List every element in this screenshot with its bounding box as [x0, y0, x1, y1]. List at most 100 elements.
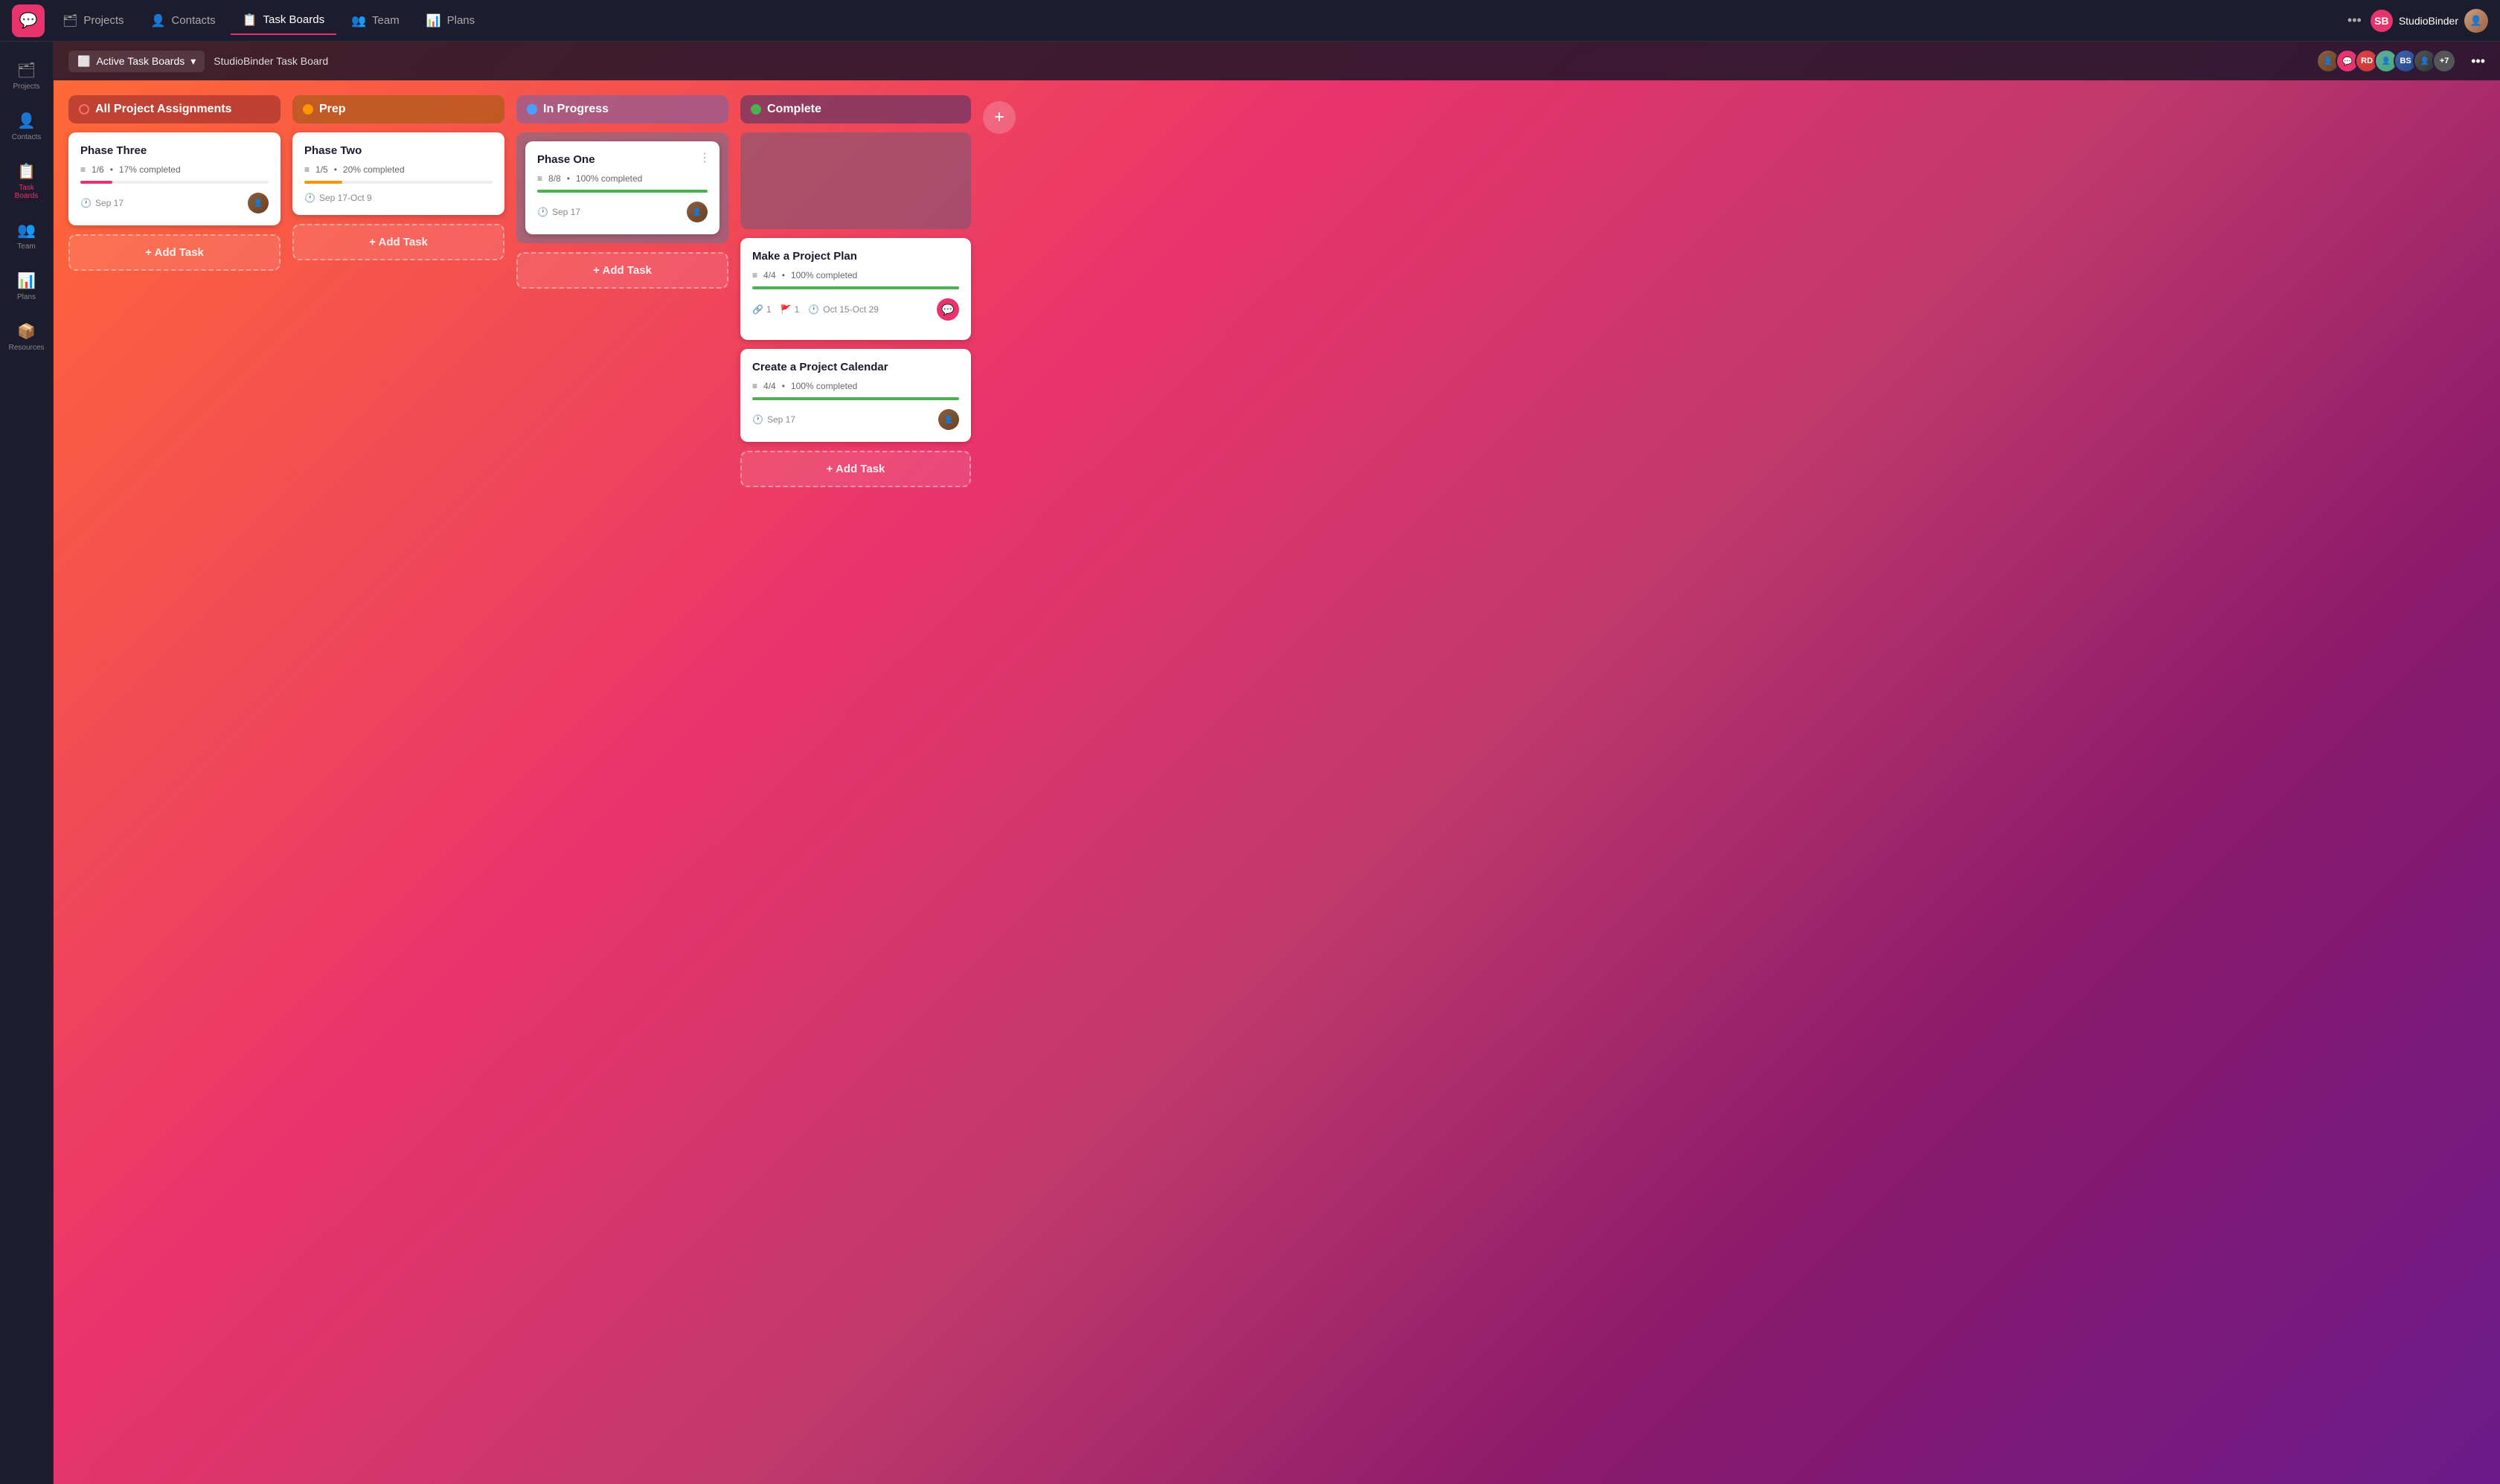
task-card-phase-three[interactable]: Phase Three ≡ 1/6 • 17% completed 🕐 Sep …: [68, 132, 281, 225]
column-title-inprogress: In Progress: [543, 103, 609, 116]
card-footer-project-calendar: 🕐 Sep 17 👤: [752, 409, 959, 430]
add-column-button[interactable]: +: [983, 101, 1016, 134]
card-title-phase-two: Phase Two: [304, 144, 493, 157]
sidebar-item-team[interactable]: 👥 Team: [0, 213, 53, 258]
column-header-all: All Project Assignments: [68, 95, 281, 123]
card-title-project-calendar: Create a Project Calendar: [752, 361, 959, 373]
progress-fill-phase-one: [537, 190, 708, 193]
nav-projects[interactable]: 🗂 Projects: [51, 7, 136, 34]
card-avatar-phase-three: 👤: [248, 193, 269, 213]
progress-fill-project-plan: [752, 286, 959, 289]
progress-fill-phase-three: [80, 181, 112, 184]
sidebar-resources-icon: 📦: [17, 322, 36, 341]
card-avatar-project-plan: 💬: [937, 298, 959, 321]
nav-plans[interactable]: 📊 Plans: [414, 7, 487, 34]
status-dot-all: [79, 104, 89, 115]
subheader-more-button[interactable]: •••: [2471, 54, 2485, 69]
column-title-all: All Project Assignments: [95, 103, 231, 116]
plans-icon: 📊: [426, 13, 441, 28]
card-more-button[interactable]: ⋮: [699, 150, 711, 165]
taskboards-icon: 📋: [243, 13, 257, 28]
sidebar-item-projects[interactable]: 🗂 Projects: [0, 54, 53, 98]
tasks-icon-5: ≡: [752, 381, 757, 391]
clock-icon-5: 🕐: [752, 414, 763, 425]
sidebar-item-contacts[interactable]: 👤 Contacts: [0, 104, 53, 149]
task-card-phase-two[interactable]: Phase Two ≡ 1/5 • 20% completed 🕐 Sep 17…: [292, 132, 504, 215]
inprogress-card-wrapper: ⋮ Phase One ≡ 8/8 • 100% completed: [516, 132, 728, 243]
card-meta-phase-two: ≡ 1/5 • 20% completed: [304, 164, 493, 175]
task-card-project-plan[interactable]: Make a Project Plan ≡ 4/4 • 100% complet…: [740, 238, 971, 340]
card-avatar-phase-one: 👤: [687, 202, 708, 222]
content-area: ⬜ Active Task Boards ▾ StudioBinder Task…: [54, 42, 2500, 1484]
add-task-inprogress[interactable]: + Add Task: [516, 252, 728, 289]
flag-icon: 🚩: [781, 304, 792, 315]
clip-icon: 🔗: [752, 304, 763, 315]
left-sidebar: 🗂 Projects 👤 Contacts 📋 Task Boards 👥 Te…: [0, 42, 54, 1484]
progress-bg-phase-two: [304, 181, 493, 184]
contacts-icon: 👤: [151, 13, 166, 28]
column-header-prep: Prep: [292, 95, 504, 123]
projects-icon: 🗂: [62, 13, 77, 28]
tasks-icon-2: ≡: [304, 164, 310, 175]
nav-team[interactable]: 👥 Team: [339, 7, 411, 34]
tasks-icon: ≡: [80, 164, 86, 175]
board-selector-label: Active Task Boards: [96, 55, 185, 67]
board-name: StudioBinder Task Board: [214, 55, 328, 67]
add-task-complete[interactable]: + Add Task: [740, 451, 971, 487]
clock-icon-4: 🕐: [808, 304, 819, 315]
card-meta-project-calendar: ≡ 4/4 • 100% completed: [752, 381, 959, 391]
card-date-phase-three: 🕐 Sep 17: [80, 198, 124, 208]
top-nav: 💬 🗂 Projects 👤 Contacts 📋 Task Boards 👥 …: [0, 0, 2500, 42]
card-meta-phase-three: ≡ 1/6 • 17% completed: [80, 164, 269, 175]
sidebar-item-resources[interactable]: 📦 Resources: [0, 315, 53, 359]
sub-header-left: ⬜ Active Task Boards ▾ StudioBinder Task…: [68, 51, 2307, 72]
column-title-prep: Prep: [319, 103, 346, 116]
nav-items: 🗂 Projects 👤 Contacts 📋 Task Boards 👥 Te…: [51, 7, 2342, 35]
board-selector-icon: ⬜: [77, 55, 90, 68]
card-date-project-calendar: 🕐 Sep 17: [752, 414, 795, 425]
sidebar-item-plans[interactable]: 📊 Plans: [0, 264, 53, 309]
card-footer-phase-two: 🕐 Sep 17-Oct 9: [304, 193, 493, 203]
status-dot-inprogress: [527, 104, 537, 115]
card-title-project-plan: Make a Project Plan: [752, 250, 959, 263]
board-area: All Project Assignments Phase Three ≡ 1/…: [54, 80, 2500, 1484]
column-complete: Complete Make a Project Plan ≡ 4/4 • 100…: [740, 95, 971, 1469]
card-date-project-plan: 🕐 Oct 15-Oct 29: [808, 304, 879, 315]
add-task-prep[interactable]: + Add Task: [292, 224, 504, 260]
task-card-phase-one[interactable]: ⋮ Phase One ≡ 8/8 • 100% completed: [525, 141, 719, 234]
status-dot-prep: [303, 104, 313, 115]
clip-count: 🔗 1: [752, 304, 772, 315]
task-card-project-calendar[interactable]: Create a Project Calendar ≡ 4/4 • 100% c…: [740, 349, 971, 442]
nav-taskboards[interactable]: 📋 Task Boards: [231, 7, 336, 35]
nav-more-button[interactable]: •••: [2347, 13, 2362, 28]
card-extra-project-plan: 🔗 1 🚩 1 🕐 Oct 15-Oct 29 💬: [752, 298, 959, 321]
card-footer-phase-one: 🕐 Sep 17 👤: [537, 202, 708, 222]
sidebar-item-taskboards[interactable]: 📋 Task Boards: [0, 155, 53, 208]
complete-dimmed-area: [740, 132, 971, 229]
card-date-phase-two: 🕐 Sep 17-Oct 9: [304, 193, 372, 203]
sidebar-taskboards-icon: 📋: [17, 162, 36, 181]
sidebar-contacts-icon: 👤: [17, 112, 36, 130]
progress-fill-project-calendar: [752, 397, 959, 400]
card-footer-phase-three: 🕐 Sep 17 👤: [80, 193, 269, 213]
card-title-phase-three: Phase Three: [80, 144, 269, 157]
sub-header: ⬜ Active Task Boards ▾ StudioBinder Task…: [54, 42, 2500, 80]
user-avatar: SB: [2371, 10, 2393, 32]
status-dot-complete: [751, 104, 761, 115]
progress-bg-phase-three: [80, 181, 269, 184]
tasks-icon-3: ≡: [537, 173, 542, 184]
column-header-complete: Complete: [740, 95, 971, 123]
add-task-all[interactable]: + Add Task: [68, 234, 281, 271]
user-menu[interactable]: SB StudioBinder 👤: [2371, 9, 2488, 33]
column-header-inprogress: In Progress: [516, 95, 728, 123]
sidebar-team-icon: 👥: [17, 221, 36, 240]
app-logo[interactable]: 💬: [12, 4, 45, 37]
nav-contacts[interactable]: 👤 Contacts: [139, 7, 228, 34]
clock-icon-2: 🕐: [304, 193, 315, 203]
progress-bg-project-plan: [752, 286, 959, 289]
main-layout: 🗂 Projects 👤 Contacts 📋 Task Boards 👥 Te…: [0, 42, 2500, 1484]
clock-icon: 🕐: [80, 198, 92, 208]
board-selector[interactable]: ⬜ Active Task Boards ▾: [68, 51, 205, 72]
column-title-complete: Complete: [767, 103, 821, 116]
sidebar-plans-icon: 📊: [17, 272, 36, 290]
